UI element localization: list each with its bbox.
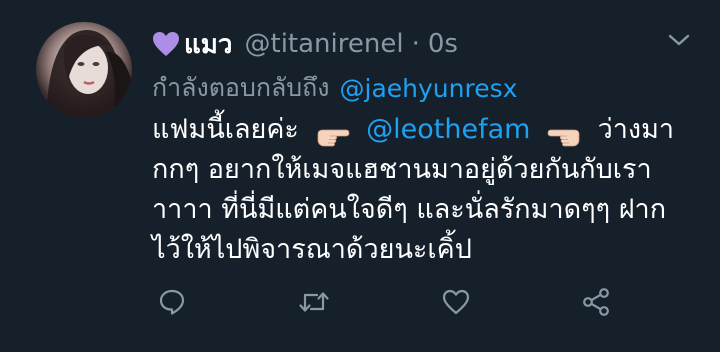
like-icon <box>442 289 470 319</box>
retweet-icon <box>298 288 330 320</box>
tweet-text-line-1: แฟมนี้เลยค่ะ @leothefam ว่างมา <box>152 110 692 150</box>
tweet-text-line-2: กกๆ อยากให้เมจแฮชานมาอยู่ด้วยกันกับเรา <box>152 154 652 185</box>
tweet-text-segment: แฟมนี้เลยค่ะ <box>152 114 299 145</box>
tweet-text-line-4: ไว้ให้ไปพิจารณาด้วยนะเคิ้ป <box>152 234 472 265</box>
share-button[interactable] <box>578 286 614 322</box>
share-icon <box>581 287 611 321</box>
separator-dot: · <box>411 29 420 59</box>
tweet-actions <box>0 286 720 322</box>
reply-button[interactable] <box>154 286 190 322</box>
tweet-text-segment: ว่างมา <box>597 114 675 145</box>
backhand-index-pointing-left-icon <box>547 120 581 146</box>
user-handle[interactable]: @titanirenel <box>245 29 404 59</box>
timestamp[interactable]: 0s <box>428 29 458 59</box>
tweet-text-line-3: าาาา ที่นี่มีแต่คนใจดีๆ และนั่ลรักมาดๆๆ … <box>152 194 667 225</box>
reply-mention-link[interactable]: @jaehyunresx <box>340 74 518 103</box>
tweet-header: แมว @titanirenel · 0s <box>152 26 458 62</box>
like-button[interactable] <box>438 286 474 322</box>
retweet-button[interactable] <box>296 286 332 322</box>
tweet-text: แฟมนี้เลยค่ะ @leothefam ว่างมา กกๆ อยากใ… <box>152 110 692 270</box>
reply-prefix: กำลังตอบกลับถึง <box>152 73 330 102</box>
purple-heart-icon <box>152 31 180 57</box>
display-name[interactable]: แมว <box>184 24 233 65</box>
reply-context: กำลังตอบกลับถึง @jaehyunresx <box>152 70 517 106</box>
reply-icon <box>158 288 186 320</box>
mention-link[interactable]: @leothefam <box>366 114 530 145</box>
avatar[interactable] <box>36 22 132 118</box>
tweet-card[interactable]: แมว @titanirenel · 0s กำลังตอบกลับถึง @j… <box>0 0 720 352</box>
backhand-index-pointing-right-icon <box>316 120 350 146</box>
chevron-down-icon[interactable] <box>666 30 692 50</box>
